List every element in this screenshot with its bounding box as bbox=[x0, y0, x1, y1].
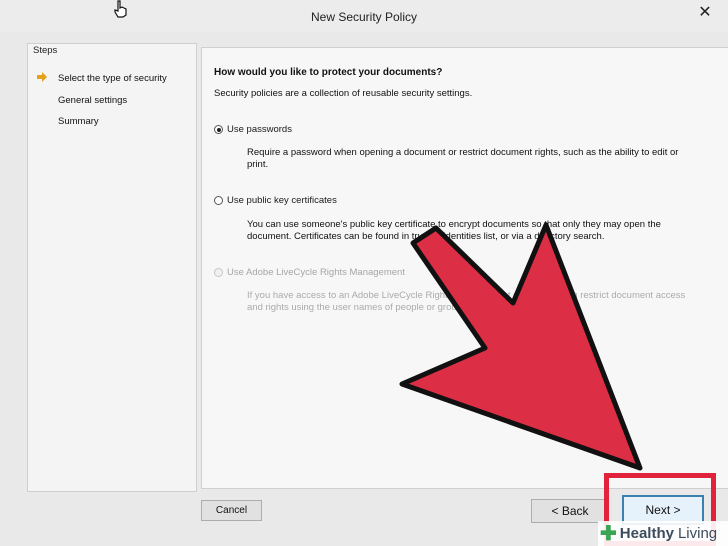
content-panel: How would you like to protect your docum… bbox=[201, 47, 728, 489]
option-public-key[interactable]: Use public key certificates bbox=[214, 195, 337, 206]
option-description-line: and rights using the user names of peopl… bbox=[247, 302, 470, 313]
option-description: Require a password when opening a docume… bbox=[247, 147, 697, 171]
back-button[interactable]: < Back bbox=[531, 499, 609, 523]
option-label: Use public key certificates bbox=[227, 195, 337, 206]
steps-heading: Steps bbox=[33, 45, 58, 56]
option-description: If you have access to an Adobe LiveCycle… bbox=[247, 290, 697, 314]
option-description-line: document. Certificates can be found in t… bbox=[247, 231, 605, 242]
brand-watermark: ✚ Healthy Living bbox=[598, 521, 728, 546]
description-text: Security policies are a collection of re… bbox=[214, 88, 473, 99]
plus-logo-icon: ✚ bbox=[600, 523, 617, 545]
step-item-summary: Summary bbox=[58, 116, 99, 127]
option-description-line: Require a password when opening a docume… bbox=[247, 147, 679, 158]
step-item-select-type: Select the type of security bbox=[58, 73, 167, 84]
question-heading: How would you like to protect your docum… bbox=[214, 67, 443, 78]
option-description-line: print. bbox=[247, 159, 269, 170]
option-livecycle: Use Adobe LiveCycle Rights Management bbox=[214, 267, 405, 278]
close-icon: ✕ bbox=[698, 4, 712, 21]
option-description: You can use someone's public key certifi… bbox=[247, 219, 697, 243]
step-item-general-settings: General settings bbox=[58, 95, 128, 106]
brand-name-light: Living bbox=[677, 525, 718, 542]
option-label: Use passwords bbox=[227, 124, 292, 135]
brand-name-bold: Healthy bbox=[619, 525, 674, 542]
steps-panel: Steps Select the type of security Genera… bbox=[27, 43, 197, 492]
window-title: New Security Policy bbox=[310, 10, 418, 24]
radio-public-key[interactable] bbox=[214, 196, 223, 205]
radio-passwords[interactable] bbox=[214, 125, 223, 134]
option-label: Use Adobe LiveCycle Rights Management bbox=[227, 267, 405, 278]
option-description-line: If you have access to an Adobe LiveCycle… bbox=[247, 290, 686, 301]
close-button[interactable]: ✕ bbox=[682, 0, 728, 26]
title-bar: New Security Policy ✕ bbox=[0, 0, 728, 32]
current-step-arrow-icon bbox=[37, 72, 47, 82]
option-use-passwords[interactable]: Use passwords bbox=[214, 124, 292, 135]
radio-livecycle bbox=[214, 268, 223, 277]
option-description-line: You can use someone's public key certifi… bbox=[247, 219, 661, 230]
cancel-button[interactable]: Cancel bbox=[201, 500, 262, 521]
